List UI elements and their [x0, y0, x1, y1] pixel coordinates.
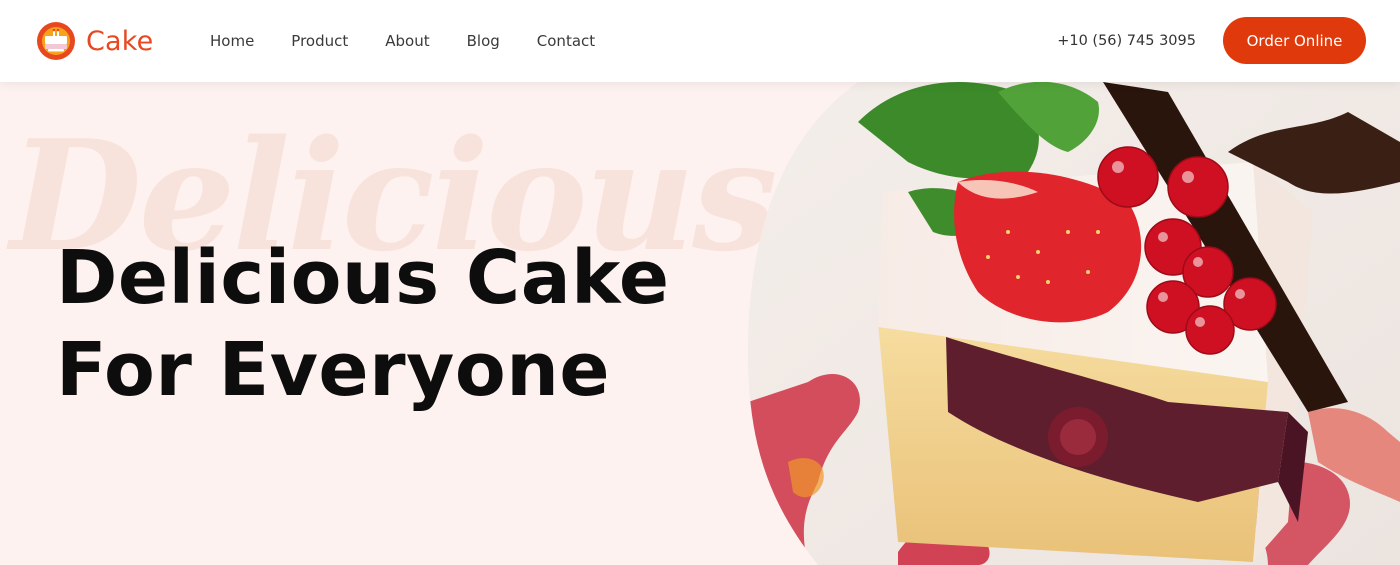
cake-slice-icon [37, 22, 75, 60]
hero-headline: Delicious Cake For Everyone [56, 232, 670, 416]
nav-home-link[interactable]: Home [210, 32, 254, 50]
cake-slice-photo [748, 82, 1400, 565]
brand-name: Cake [86, 25, 154, 57]
nav-contact-link[interactable]: Contact [537, 32, 595, 50]
nav-blog-link[interactable]: Blog [467, 32, 500, 50]
brand-logo[interactable]: Cake [36, 20, 153, 62]
order-online-button[interactable]: Order Online [1223, 17, 1366, 64]
phone-number[interactable]: +10 (56) 745 3095 [1057, 0, 1196, 82]
hero-headline-line-2: For Everyone [56, 327, 611, 413]
nav-about-link[interactable]: About [385, 32, 429, 50]
navbar: Cake Home Product About Blog Contact +10… [0, 0, 1400, 82]
hero-section: Delicious Delicious Cake For Everyone [0, 82, 1400, 565]
hero-headline-line-1: Delicious Cake [56, 235, 670, 321]
nav-product-link[interactable]: Product [291, 32, 348, 50]
main-nav: Home Product About Blog Contact [210, 0, 632, 82]
